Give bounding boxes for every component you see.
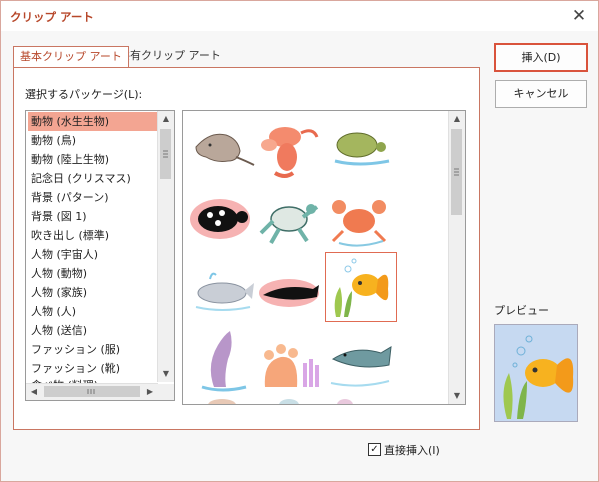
tab-shared-clipart[interactable]: 共有クリップ アート — [113, 46, 227, 66]
list-item[interactable]: ファッション (服) — [28, 340, 157, 359]
title-bar: クリップ アート ✕ — [1, 1, 598, 31]
preview-image — [494, 324, 578, 422]
list-horizontal-scrollbar[interactable]: ◀ ▶ — [26, 383, 158, 400]
jumping-dolphin-clip[interactable] — [188, 325, 258, 393]
dolphin-silhouette-clip[interactable] — [255, 255, 325, 323]
turtle-clip[interactable] — [325, 117, 395, 185]
list-item[interactable]: 吹き出し (標準) — [28, 226, 157, 245]
shell-icon — [337, 399, 353, 404]
lobster-icon — [261, 127, 319, 178]
grip-icon — [87, 389, 95, 394]
package-listbox[interactable]: 動物 (水生生物) 動物 (鳥) 動物 (陸上生物) 記念日 (クリスマス) 背… — [25, 110, 175, 401]
lobster-clip[interactable] — [255, 115, 325, 183]
list-item[interactable]: 動物 (鳥) — [28, 131, 157, 150]
scroll-corner — [158, 384, 174, 400]
goldfish-preview-icon — [503, 335, 574, 419]
crab-icon — [331, 200, 387, 247]
clip-row5-right[interactable] — [325, 395, 395, 404]
direct-insert-checkbox[interactable]: ✓ — [368, 443, 381, 456]
list-vertical-scrollbar[interactable]: ▲ ▼ — [157, 111, 174, 382]
black-turtle-clip[interactable] — [188, 187, 258, 255]
scroll-thumb[interactable] — [451, 129, 462, 215]
scroll-up-icon[interactable]: ▲ — [449, 111, 465, 127]
list-item[interactable]: 人物 (宇宙人) — [28, 245, 157, 264]
whale-icon — [195, 272, 254, 311]
catfish-icon — [330, 346, 392, 387]
scroll-down-icon[interactable]: ▼ — [158, 366, 174, 382]
seaweed-icon — [279, 399, 299, 404]
scroll-right-icon[interactable]: ▶ — [142, 384, 158, 400]
goldfish-clip[interactable] — [325, 252, 397, 322]
sea-turtle-clip[interactable] — [255, 187, 325, 255]
list-item[interactable]: 記念日 (クリスマス) — [28, 169, 157, 188]
dialog-title: クリップ アート — [10, 10, 94, 24]
clipart-dialog: クリップ アート ✕ 基本クリップ アート 共有クリップ アート 選択するパッケ… — [0, 0, 599, 482]
list-item[interactable]: 背景 (パターン) — [28, 188, 157, 207]
scroll-thumb[interactable] — [44, 386, 140, 397]
clip-row5-middle[interactable] — [255, 395, 325, 404]
sea-anemone-clip[interactable] — [255, 325, 325, 393]
direct-insert-label[interactable]: 直接挿入(I) — [384, 442, 440, 458]
preview-label: プレビュー — [494, 304, 549, 317]
scroll-up-icon[interactable]: ▲ — [158, 111, 174, 127]
list-item[interactable]: 人物 (動物) — [28, 264, 157, 283]
coral-icon — [208, 399, 236, 404]
goldfish-icon — [334, 258, 389, 317]
clipart-gallery[interactable]: ▲ ▼ — [182, 110, 466, 405]
crab-clip[interactable] — [325, 185, 395, 253]
grip-icon — [454, 168, 459, 176]
list-item[interactable]: 動物 (陸上生物) — [28, 150, 157, 169]
stingray-clip[interactable] — [188, 117, 258, 185]
gallery-scrollbar[interactable]: ▲ ▼ — [448, 111, 465, 404]
list-item[interactable]: 人物 (人) — [28, 302, 157, 321]
sea-turtle-icon — [259, 204, 319, 244]
insert-button[interactable]: 挿入(D) — [494, 43, 588, 72]
scroll-down-icon[interactable]: ▼ — [449, 388, 465, 404]
sea-anemone-icon — [264, 344, 319, 387]
tab-basic-clipart[interactable]: 基本クリップ アート — [13, 46, 129, 67]
grip-icon — [163, 150, 168, 158]
black-turtle-icon — [190, 199, 250, 239]
list-item[interactable]: 背景 (図 1) — [28, 207, 157, 226]
cancel-button[interactable]: キャンセル — [495, 80, 587, 108]
package-label: 選択するパッケージ(L): — [25, 88, 143, 101]
scroll-left-icon[interactable]: ◀ — [26, 384, 42, 400]
dolphin-silhouette-icon — [259, 279, 319, 307]
close-icon[interactable]: ✕ — [567, 5, 591, 27]
list-item[interactable]: 人物 (送信) — [28, 321, 157, 340]
clip-row5-left[interactable] — [188, 395, 258, 404]
whale-clip[interactable] — [188, 255, 258, 323]
catfish-clip[interactable] — [325, 325, 395, 393]
scroll-thumb[interactable] — [160, 129, 171, 179]
stingray-icon — [195, 133, 255, 166]
turtle-icon — [334, 132, 390, 166]
jumping-dolphin-icon — [201, 331, 247, 392]
list-item[interactable]: 人物 (家族) — [28, 283, 157, 302]
list-item[interactable]: 動物 (水生生物) — [28, 112, 157, 131]
tab-panel: 選択するパッケージ(L): 動物 (水生生物) 動物 (鳥) 動物 (陸上生物)… — [13, 67, 480, 430]
